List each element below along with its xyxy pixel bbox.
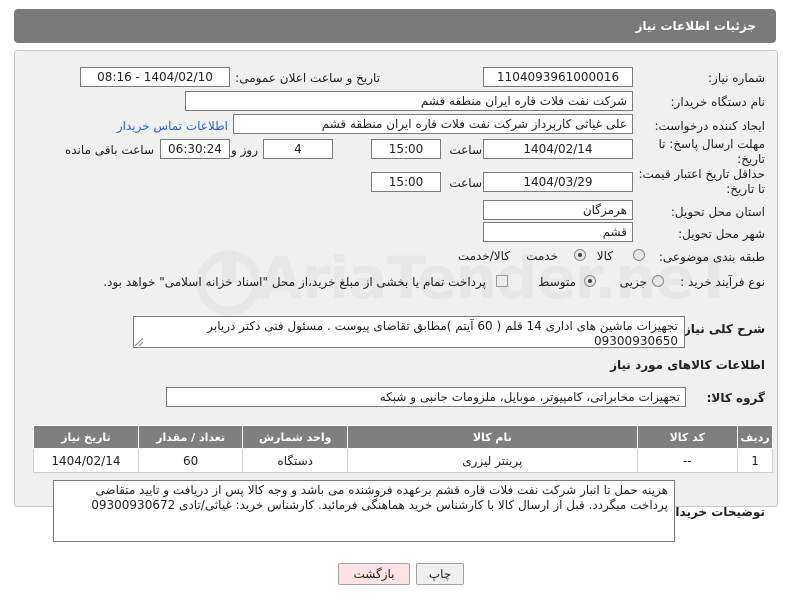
need-number-label: شماره نیاز: [708, 71, 765, 85]
reply-days-field: 4 [263, 139, 333, 159]
days-label: روز و [231, 143, 258, 157]
cell-qty: 60 [137, 448, 244, 473]
buyer-notes-text: هزینه حمل تا انبار شرکت نفت فلات قاره قش… [91, 483, 668, 512]
reply-time-label: ساعت [449, 143, 482, 157]
cell-row: 1 [737, 448, 773, 473]
items-table: ردیف کد کالا نام کالا واحد شمارش تعداد /… [33, 425, 773, 473]
goods-group-label: گروه کالا: [706, 391, 765, 405]
description-textarea: تجهیزات ماشین های اداری 14 قلم ( 60 آیتم… [133, 316, 685, 348]
announce-datetime-label: تاریخ و ساعت اعلان عمومی: [235, 71, 380, 85]
delivery-city-field: قشم [483, 222, 633, 242]
cell-code: -- [636, 448, 739, 473]
page-header: جزئیات اطلاعات نیاز [14, 9, 776, 43]
col-header-row: ردیف [737, 425, 773, 449]
price-validity-label-2: تا تاریخ: [726, 182, 765, 196]
process-option-minor: جزیی [619, 275, 647, 289]
col-header-unit: واحد شمارش [242, 425, 349, 449]
process-option-medium: متوسط [538, 275, 576, 289]
cell-date: 1404/02/14 [33, 448, 139, 473]
need-number-field: 1104093961000016 [483, 67, 633, 87]
buyer-org-label: نام دستگاه خریدار: [670, 95, 766, 109]
col-header-code: کد کالا [636, 425, 739, 449]
buyer-notes-textarea: هزینه حمل تا انبار شرکت نفت فلات قاره قش… [53, 480, 675, 542]
goods-group-field: تجهیزات مخابراتی، کامپیوتر، موبایل، ملزو… [166, 387, 686, 407]
goods-info-title: اطلاعات کالاهای مورد نیاز [610, 358, 765, 372]
resize-grip-icon[interactable] [135, 338, 143, 346]
category-label: طبقه بندی موضوعی: [658, 250, 765, 264]
buyer-notes-label: توضیحات خریدار: [663, 505, 765, 519]
col-header-qty: تعداد / مقدار [137, 425, 244, 449]
back-button[interactable]: بازگشت [338, 563, 410, 585]
process-radio-minor[interactable] [652, 275, 664, 287]
reply-deadline-time: 15:00 [371, 139, 441, 159]
category-option-service: خدمت [526, 249, 558, 263]
category-option-goods-service: کالا/خدمت [457, 249, 510, 263]
table-header-row: ردیف کد کالا نام کالا واحد شمارش تعداد /… [33, 425, 773, 449]
category-option-goods: کالا [596, 249, 613, 263]
remaining-time-field: 06:30:24 [160, 139, 230, 159]
buyer-contact-link[interactable]: اطلاعات تماس خریدار [117, 119, 228, 133]
price-validity-time: 15:00 [371, 172, 441, 192]
buyer-org-field: شرکت نفت فلات قاره ایران منطقه قشم [185, 91, 633, 111]
table-row[interactable]: 1 -- پرینتر لیزری دستگاه 60 1404/02/14 [33, 448, 773, 473]
price-validity-date: 1404/03/29 [483, 172, 633, 192]
category-radio-goods[interactable] [633, 249, 645, 261]
reply-deadline-label-2: تاریخ: [737, 152, 765, 166]
requester-label: ایجاد کننده درخواست: [654, 119, 765, 133]
price-validity-label: حداقل تاریخ اعتبار قیمت: [638, 167, 765, 181]
remaining-label: ساعت باقی مانده [64, 143, 154, 157]
announce-datetime-field: 1404/02/10 - 08:16 [80, 67, 230, 87]
col-header-name: نام کالا [347, 425, 638, 449]
requester-field: علی غیاثی کاربرداز شرکت نفت فلات قاره ای… [233, 114, 633, 134]
description-text: تجهیزات ماشین های اداری 14 قلم ( 60 آیتم… [207, 319, 678, 348]
process-radio-medium[interactable] [584, 275, 596, 287]
treasury-note: پرداخت تمام یا بخشی از مبلغ خرید،از محل … [103, 275, 486, 289]
col-header-date: تاریخ نیاز [33, 425, 139, 449]
description-label: شرح کلی نیاز: [679, 322, 765, 336]
delivery-province-field: هرمزگان [483, 200, 633, 220]
reply-deadline-date: 1404/02/14 [483, 139, 633, 159]
delivery-province-label: استان محل تحویل: [670, 205, 765, 219]
reply-deadline-label: مهلت ارسال پاسخ: تا [658, 137, 765, 151]
price-time-label: ساعت [449, 176, 482, 190]
delivery-city-label: شهر محل تحویل: [678, 227, 765, 241]
cell-name: پرینتر لیزری [347, 448, 638, 473]
cell-unit: دستگاه [242, 448, 349, 473]
page-title: جزئیات اطلاعات نیاز [635, 19, 756, 33]
treasury-checkbox[interactable] [496, 275, 508, 287]
print-button[interactable]: چاپ [416, 563, 464, 585]
purchase-process-label: نوع فرآیند خرید : [680, 275, 765, 289]
category-radio-service[interactable] [574, 249, 586, 261]
